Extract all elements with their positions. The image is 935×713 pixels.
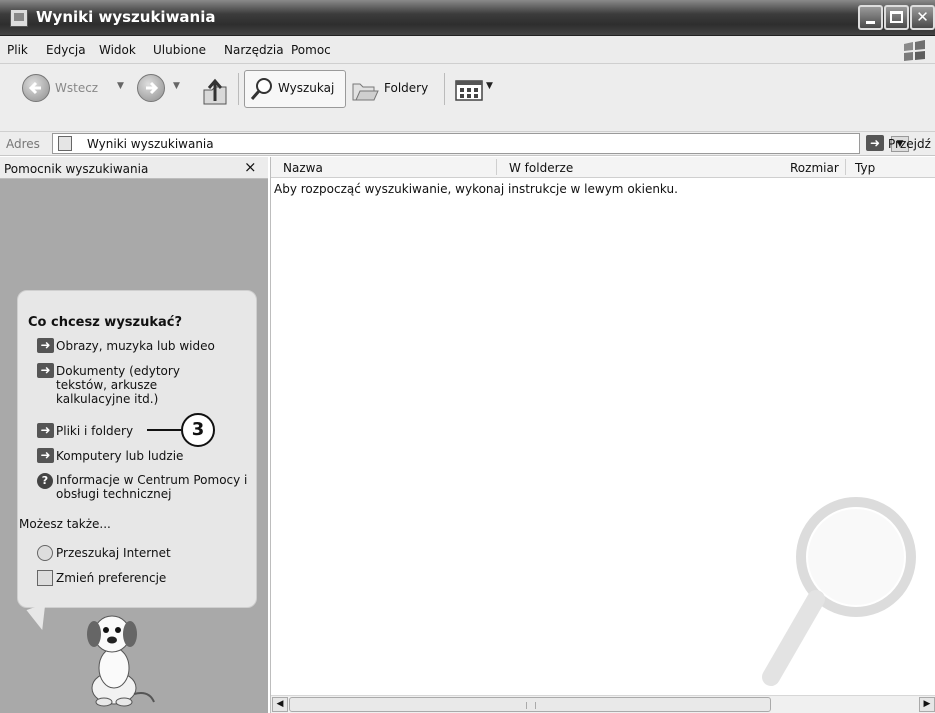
windows-logo-icon [904, 40, 925, 61]
address-value: Wyniki wyszukiwania [87, 137, 214, 151]
menu-help[interactable]: Pomoc [291, 43, 331, 57]
magnifier-icon [250, 78, 272, 100]
column-size[interactable]: Rozmiar [790, 161, 839, 175]
views-dropdown[interactable]: ▼ [486, 81, 493, 91]
column-separator[interactable] [845, 159, 846, 175]
option-change-preferences[interactable]: Zmień preferencje [56, 571, 166, 585]
column-in-folder[interactable]: W folderze [509, 161, 573, 175]
search-companion-pane: Pomocnik wyszukiwania × Co chcesz wyszuk… [0, 157, 268, 713]
window-title: Wyniki wyszukiwania [36, 8, 216, 26]
search-bubble: Co chcesz wyszukać? ➜ Obrazy, muzyka lub… [17, 290, 257, 608]
results-pane: Nazwa W folderze Rozmiar Typ Aby rozpocz… [270, 157, 935, 713]
maximize-button[interactable] [884, 5, 909, 30]
back-arrow-icon [28, 81, 41, 95]
forward-arrow-icon [146, 81, 159, 95]
address-bar: Adres Wyniki wyszukiwania ▼ ➜ Przejdź [0, 132, 935, 156]
magnifier-icon [762, 497, 916, 686]
maximize-icon [890, 11, 903, 23]
help-icon[interactable]: ? [37, 473, 53, 489]
preferences-icon[interactable] [37, 570, 53, 586]
scroll-grip-icon [526, 702, 536, 709]
search-button[interactable]: Wyszukaj [244, 70, 346, 108]
title-bar: Wyniki wyszukiwania ✕ [0, 0, 935, 36]
toolbar: Wstecz ▼ ▼ Wyszukaj Foldery ▼ [0, 64, 935, 132]
scroll-left-button[interactable]: ◀ [272, 697, 288, 712]
option-files-folders[interactable]: Pliki i foldery [56, 424, 133, 438]
address-field[interactable]: Wyniki wyszukiwania ▼ [52, 133, 909, 154]
horizontal-scrollbar[interactable]: ◀ ▶ [271, 695, 935, 713]
menu-favorites[interactable]: Ulubione [153, 43, 206, 57]
option-search-internet[interactable]: Przeszukaj Internet [56, 546, 171, 560]
scroll-thumb[interactable] [289, 697, 771, 712]
address-label: Adres [6, 137, 40, 151]
results-header: Nazwa W folderze Rozmiar Typ [271, 157, 935, 178]
scroll-right-button[interactable]: ▶ [919, 697, 935, 712]
also-label: Możesz także... [19, 517, 111, 531]
close-icon: ✕ [916, 8, 929, 26]
arrow-icon[interactable]: ➜ [37, 448, 54, 463]
views-icon[interactable] [455, 80, 483, 102]
minimize-icon [866, 21, 875, 24]
back-button[interactable] [22, 74, 50, 102]
pane-header: Pomocnik wyszukiwania × [0, 157, 268, 179]
column-separator[interactable] [496, 159, 497, 175]
internet-search-icon[interactable] [37, 545, 53, 561]
back-label[interactable]: Wstecz [55, 81, 98, 95]
pane-title: Pomocnik wyszukiwania [4, 162, 149, 176]
callout-line [147, 429, 181, 431]
search-results-icon [58, 136, 72, 151]
forward-button[interactable] [137, 74, 165, 102]
go-arrow-icon[interactable]: ➜ [866, 135, 884, 151]
callout-number: 3 [181, 413, 215, 447]
toolbar-separator-2 [444, 73, 445, 105]
arrow-icon[interactable]: ➜ [37, 363, 54, 378]
folders-icon[interactable] [350, 78, 380, 104]
go-button-label[interactable]: Przejdź [888, 137, 931, 151]
search-label: Wyszukaj [278, 81, 335, 95]
minimize-button[interactable] [858, 5, 883, 30]
pane-close-icon[interactable]: × [244, 158, 257, 176]
results-message: Aby rozpocząć wyszukiwanie, wykonaj inst… [274, 182, 678, 196]
arrow-icon[interactable]: ➜ [37, 423, 54, 438]
column-type[interactable]: Typ [855, 161, 875, 175]
toolbar-separator [238, 73, 239, 105]
search-dog-icon[interactable] [74, 612, 164, 708]
menu-file[interactable]: Plik [7, 43, 28, 57]
close-button[interactable]: ✕ [910, 5, 935, 30]
back-dropdown[interactable]: ▼ [117, 81, 124, 91]
menu-edit[interactable]: Edycja [46, 43, 86, 57]
option-help-center[interactable]: Informacje w Centrum Pomocy i obsługi te… [56, 473, 252, 501]
up-folder-icon[interactable] [200, 78, 230, 108]
option-computers-people[interactable]: Komputery lub ludzie [56, 449, 183, 463]
arrow-icon[interactable]: ➜ [37, 338, 54, 353]
menu-bar: Plik Edycja Widok Ulubione Narzędzia Pom… [0, 36, 935, 64]
search-results-icon [10, 9, 28, 27]
search-question: Co chcesz wyszukać? [28, 315, 183, 330]
forward-dropdown[interactable]: ▼ [173, 81, 180, 91]
option-media[interactable]: Obrazy, muzyka lub wideo [56, 339, 215, 353]
option-documents[interactable]: Dokumenty (edytory tekstów, arkusze kalk… [56, 364, 206, 406]
folders-label[interactable]: Foldery [384, 81, 428, 95]
menu-tools[interactable]: Narzędzia [224, 43, 284, 57]
menu-view[interactable]: Widok [99, 43, 136, 57]
column-name[interactable]: Nazwa [283, 161, 323, 175]
